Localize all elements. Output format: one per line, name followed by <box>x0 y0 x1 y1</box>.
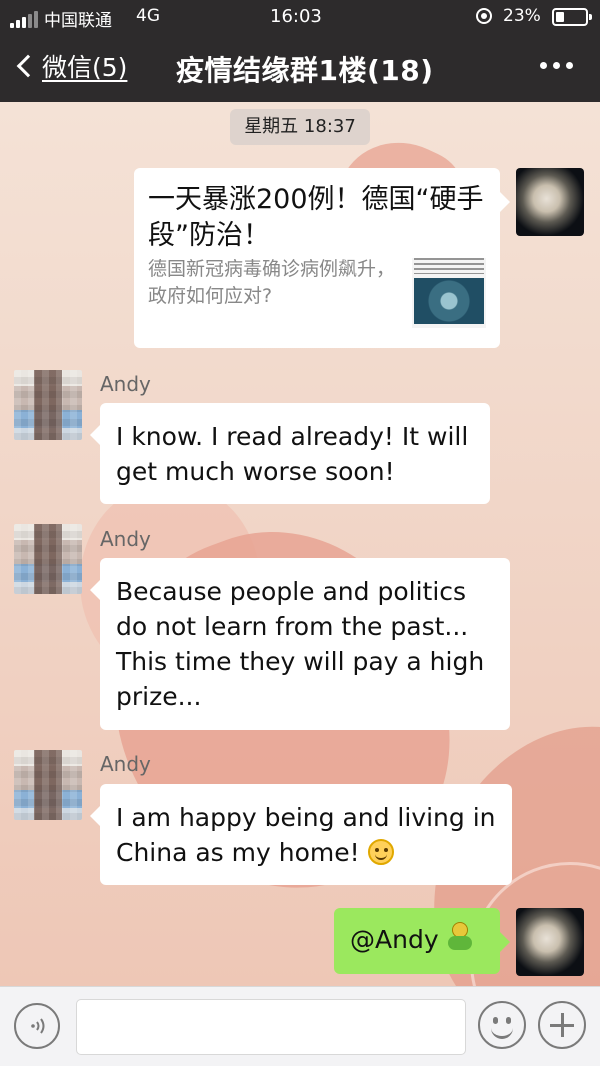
avatar-self[interactable] <box>516 908 584 976</box>
link-card-title: 一天暴涨200例！德国“硬手段”防治！ <box>148 184 484 251</box>
nav-bar: 微信(5) 疫情结缘群1楼(18) <box>0 34 600 102</box>
link-card[interactable]: 一天暴涨200例！德国“硬手段”防治！ 德国新冠病毒确诊病例飙升，政府如何应对? <box>134 168 510 348</box>
avatar-andy[interactable] <box>14 524 82 594</box>
input-bar <box>0 986 600 1066</box>
emoji-button[interactable] <box>478 1001 526 1049</box>
avatar-self[interactable] <box>516 168 584 236</box>
sender-name: Andy <box>100 527 151 551</box>
signal-icon <box>10 11 38 28</box>
status-bar: 中国联通 4G 16:03 23% <box>0 0 600 34</box>
link-card-thumbnail <box>412 258 486 328</box>
lock-rotation-icon <box>476 8 492 24</box>
link-card-description: 德国新冠病毒确诊病例飙升，政府如何应对? <box>148 258 396 307</box>
message-text: I know. I read already! It will get much… <box>116 422 469 486</box>
plus-button[interactable] <box>538 1001 586 1049</box>
chat-title: 疫情结缘群1楼(18) <box>176 54 434 87</box>
sender-name: Andy <box>100 752 151 776</box>
message-timestamp: 星期五 18:37 <box>230 109 370 145</box>
battery-percent: 23% <box>503 6 541 26</box>
smile-emoji-icon <box>367 839 394 865</box>
voice-icon <box>31 1018 45 1034</box>
back-chevron-icon <box>16 54 40 78</box>
more-button[interactable] <box>540 62 573 69</box>
message-text: Because people and politics do not learn… <box>116 577 485 711</box>
network-type: 4G <box>136 6 160 26</box>
message-bubble[interactable]: I know. I read already! It will get much… <box>90 403 490 504</box>
clock: 16:03 <box>270 6 322 27</box>
sender-name: Andy <box>100 372 151 396</box>
more-icon <box>540 62 547 69</box>
message-input[interactable] <box>76 999 466 1055</box>
back-button[interactable]: 微信(5) <box>12 44 127 88</box>
message-text: I am happy being and living in China as … <box>116 803 496 867</box>
voice-button[interactable] <box>14 1003 60 1049</box>
carrier-name: 中国联通 <box>44 11 112 31</box>
top-bar: 中国联通 4G 16:03 23% 微信(5) 疫情结缘群1楼(18) <box>0 0 600 102</box>
wechat-emoji-icon <box>447 922 473 952</box>
back-label: 微信(5) <box>42 53 128 82</box>
avatar-andy[interactable] <box>14 370 82 440</box>
message-bubble[interactable]: I am happy being and living in China as … <box>90 784 512 885</box>
message-bubble-self[interactable]: @Andy <box>334 908 510 974</box>
message-text: @Andy <box>350 922 484 957</box>
battery-icon <box>552 8 592 26</box>
avatar-andy[interactable] <box>14 750 82 820</box>
message-bubble[interactable]: Because people and politics do not learn… <box>90 558 510 730</box>
